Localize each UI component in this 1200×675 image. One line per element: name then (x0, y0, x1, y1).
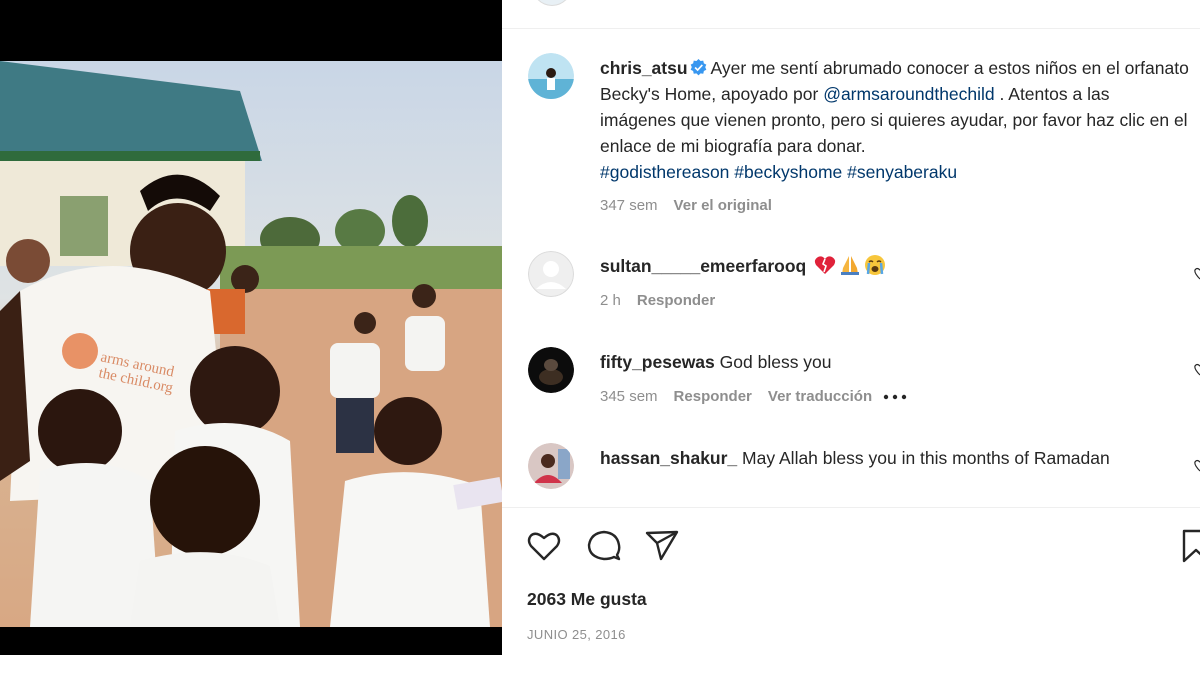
post-photo[interactable]: arms around the child.org (0, 61, 502, 627)
reply-button[interactable]: Responder (674, 388, 752, 405)
caption-meta: 347 sem Ver el original (600, 197, 788, 214)
comment-username[interactable]: sultan_____emeerfarooq (600, 256, 806, 276)
paper-plane-icon[interactable] (644, 528, 680, 564)
comment-item: hassan_shakur_ May Allah bless you in th… (600, 445, 1120, 471)
comment-item: fifty_pesewas God bless you (600, 349, 1160, 375)
see-original-button[interactable]: Ver el original (674, 197, 772, 214)
comment-meta: 345 sem Responder Ver traducción (600, 388, 908, 405)
like-comment-icon[interactable] (1194, 362, 1200, 376)
caption-mention-link[interactable]: @armsaroundthechild (823, 84, 994, 104)
commenter-avatar[interactable] (528, 251, 574, 297)
comment-username[interactable]: fifty_pesewas (600, 352, 715, 372)
caption-age: 347 sem (600, 197, 658, 214)
ellipsis-icon[interactable] (882, 392, 908, 402)
reply-button[interactable]: Responder (637, 292, 715, 309)
comment-meta: 2 h Responder (600, 292, 731, 309)
actions-divider (502, 507, 1200, 508)
translate-button[interactable]: Ver traducción (768, 388, 872, 405)
like-count[interactable]: 2063 Me gusta (527, 589, 647, 610)
post-photo-panel: arms around the child.org (0, 0, 502, 675)
header-divider (502, 28, 1200, 29)
bookmark-icon[interactable] (1178, 528, 1200, 564)
post-actions-bar (526, 528, 1200, 564)
post-caption: chris_atsu Ayer me sentí abrumado conocer… (600, 55, 1190, 185)
header-avatar[interactable] (532, 0, 572, 6)
broken-heart-icon (814, 256, 836, 274)
photo-illustration: arms around the child.org (0, 61, 502, 627)
hashtag-link[interactable]: #senyaberaku (847, 162, 957, 182)
hashtag-link[interactable]: #godisthereason (600, 162, 729, 182)
speech-bubble-icon[interactable] (586, 528, 622, 564)
hashtag-link[interactable]: #beckyshome (734, 162, 842, 182)
like-comment-icon[interactable] (1194, 266, 1200, 280)
comment-text: God bless you (719, 352, 832, 372)
post-date: JUNIO 25, 2016 (527, 627, 626, 642)
author-username[interactable]: chris_atsu (600, 58, 688, 78)
crying-face-icon (865, 255, 886, 275)
comment-username[interactable]: hassan_shakur_ (600, 448, 737, 468)
heart-outline-icon[interactable] (526, 528, 562, 564)
author-avatar[interactable] (528, 53, 574, 99)
commenter-avatar[interactable] (528, 443, 574, 489)
photo-roof (0, 61, 262, 161)
comment-age: 2 h (600, 292, 621, 309)
like-comment-icon[interactable] (1194, 458, 1200, 472)
photo-window (60, 196, 108, 256)
comment-text: May Allah bless you in this months of Ra… (742, 448, 1110, 468)
post-details-panel: chris_atsu Ayer me sentí abrumado conocer… (502, 0, 1200, 675)
comment-item: sultan_____emeerfarooq (600, 253, 1160, 279)
comment-age: 345 sem (600, 388, 658, 405)
folded-hands-icon (841, 256, 860, 275)
commenter-avatar[interactable] (528, 347, 574, 393)
verified-badge-icon (690, 59, 706, 76)
